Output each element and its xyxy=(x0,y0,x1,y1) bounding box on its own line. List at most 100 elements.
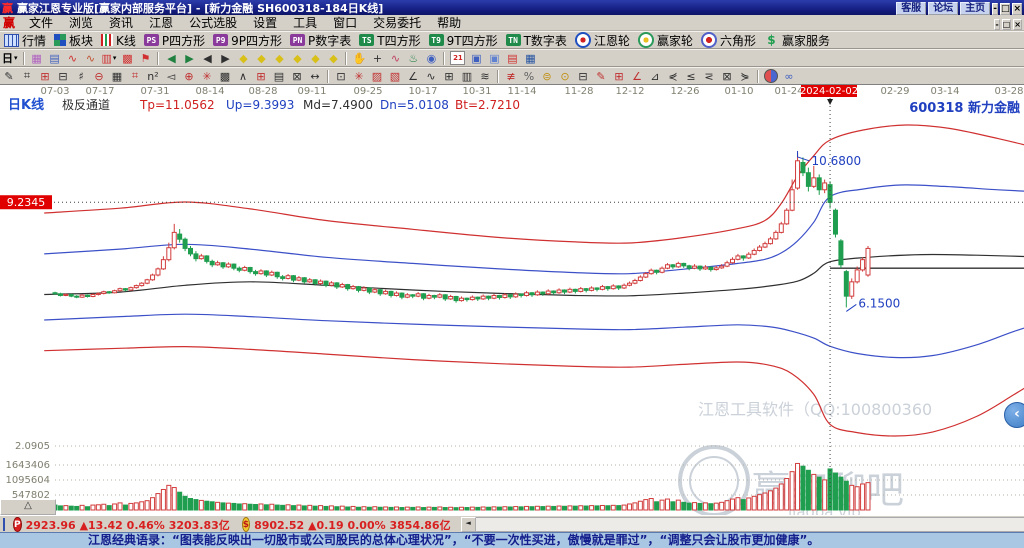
t-number-table-button[interactable]: TN T数字表 xyxy=(502,32,571,48)
wave2-tool-icon[interactable]: ∿ xyxy=(422,69,440,84)
slope2-tool-icon[interactable]: ≤ xyxy=(682,69,700,84)
fan-tool-icon[interactable]: ⊿ xyxy=(646,69,664,84)
quicklink-客服[interactable]: 客服 xyxy=(896,2,927,15)
menu-设置[interactable]: 设置 xyxy=(245,14,285,31)
gann-diamond-4-button[interactable]: ◆ xyxy=(288,51,306,66)
circle-tool-icon[interactable]: ⊖ xyxy=(90,69,108,84)
n2-tool-icon[interactable]: n² xyxy=(144,69,162,84)
square-grid-icon[interactable]: ⊞ xyxy=(252,69,270,84)
scrollbar-track[interactable] xyxy=(475,517,1024,532)
gann-box-icon[interactable]: ⊞ xyxy=(610,69,628,84)
cross-box-icon[interactable]: ⊠ xyxy=(718,69,736,84)
zigzag-tool-button[interactable]: ∿ xyxy=(386,51,404,66)
chart-scrollbar[interactable]: ◄ ► xyxy=(460,517,1024,532)
angle-up-icon[interactable]: ∧ xyxy=(234,69,252,84)
menu-窗口[interactable]: 窗口 xyxy=(325,14,365,31)
flag-icon[interactable]: ⚑ xyxy=(136,51,154,66)
pane-period-label[interactable]: 日K线 xyxy=(8,97,44,113)
window-style-icon[interactable]: ▦ xyxy=(28,51,46,66)
winner-service-button[interactable]: $ 赢家服务 xyxy=(760,32,834,48)
quicklink-论坛[interactable]: 论坛 xyxy=(928,2,959,15)
sharp-tool-icon[interactable]: ♯ xyxy=(72,69,90,84)
gann-diamond-3-button[interactable]: ◆ xyxy=(270,51,288,66)
monitor-2-button[interactable]: ▣ xyxy=(485,51,503,66)
pen2-tool-icon[interactable]: ✎ xyxy=(592,69,610,84)
angle2-tool-icon[interactable]: ∠ xyxy=(628,69,646,84)
target-tool-button[interactable]: ◉ xyxy=(422,51,440,66)
board-button[interactable]: ▤ xyxy=(503,51,521,66)
monitor-1-button[interactable]: ▣ xyxy=(467,51,485,66)
prev-bar-button[interactable]: ◀ xyxy=(198,51,216,66)
grid-tool-3-icon[interactable]: ⊟ xyxy=(54,69,72,84)
width-tool-icon[interactable]: ↔ xyxy=(306,69,324,84)
chart-area[interactable]: 江恩工具软件（QQ:100800360赢家聊吧liaoba.vip2.09051… xyxy=(0,84,1024,521)
quicklink-主页[interactable]: 主页 xyxy=(960,2,991,15)
hexagon-button[interactable]: 六角形 xyxy=(697,32,760,48)
slope1-tool-icon[interactable]: ⋞ xyxy=(664,69,682,84)
gann-diamond-5-button[interactable]: ◆ xyxy=(306,51,324,66)
t-square-button[interactable]: TS T四方形 xyxy=(355,32,424,48)
first-bar-button[interactable]: ◀ xyxy=(162,51,180,66)
grid-tool-1-icon[interactable]: ⌗ xyxy=(18,69,36,84)
calendar-21-button[interactable]: 21 xyxy=(448,51,467,66)
angle-tool-icon[interactable]: ∠ xyxy=(404,69,422,84)
menu-文件[interactable]: 文件 xyxy=(21,14,61,31)
sectors-button[interactable]: 板块 xyxy=(50,32,97,48)
minimize-button[interactable]: - xyxy=(992,2,998,15)
levels-tool-icon[interactable]: ≢ xyxy=(502,69,520,84)
pen-tool-icon[interactable]: ✎ xyxy=(0,69,18,84)
bars-tool-icon[interactable]: ▥ xyxy=(458,69,476,84)
p-number-table-button[interactable]: PN P数字表 xyxy=(286,32,355,48)
expand-pane-button[interactable]: △ xyxy=(0,499,56,515)
p-square-button[interactable]: PS P四方形 xyxy=(140,32,209,48)
percent-circle-icon[interactable]: ⊜ xyxy=(538,69,556,84)
scroll-left-button[interactable]: ◄ xyxy=(460,517,476,532)
box-x-icon[interactable]: ⊠ xyxy=(288,69,306,84)
menu-江恩[interactable]: 江恩 xyxy=(141,14,181,31)
yinyang-icon[interactable] xyxy=(762,69,780,84)
sh-index-quote[interactable]: 2923.96 ▲13.42 0.46% 3203.83亿 xyxy=(26,517,230,533)
restore-button[interactable]: □ xyxy=(999,2,1011,15)
arrow-tool-icon[interactable]: ◅ xyxy=(162,69,180,84)
info-panel-icon[interactable]: ▤ xyxy=(46,51,64,66)
gann-diamond-6-button[interactable]: ◆ xyxy=(324,51,342,66)
menu-公式选股[interactable]: 公式选股 xyxy=(181,14,245,31)
trend-large-icon[interactable]: ∿ xyxy=(82,51,100,66)
percent-tool-icon[interactable]: % xyxy=(520,69,538,84)
cart-button[interactable]: ▦ xyxy=(521,51,539,66)
menu-交易委托[interactable]: 交易委托 xyxy=(365,14,429,31)
stock-code-name-label[interactable]: 600318 新力金融 xyxy=(909,100,1020,116)
next-bar-button[interactable]: ▶ xyxy=(216,51,234,66)
slope4-tool-icon[interactable]: ⋟ xyxy=(736,69,754,84)
rays-tool-icon[interactable]: ✳ xyxy=(350,69,368,84)
quotes-button[interactable]: 行情 xyxy=(0,32,50,48)
close-button[interactable]: × xyxy=(1012,2,1022,15)
hash-tool-icon[interactable]: ⌗ xyxy=(126,69,144,84)
mdi-close-button[interactable]: × xyxy=(1013,18,1022,30)
shade-grid-icon[interactable]: ▩ xyxy=(216,69,234,84)
plus-circle-icon[interactable]: ⊕ xyxy=(180,69,198,84)
slope3-tool-icon[interactable]: ⋜ xyxy=(700,69,718,84)
menu-帮助[interactable]: 帮助 xyxy=(429,14,469,31)
indicator-name[interactable]: 极反通道 xyxy=(62,98,110,112)
gold-circle-icon[interactable]: ⊙ xyxy=(556,69,574,84)
mdi-restore-button[interactable]: □ xyxy=(1001,18,1012,30)
candle-style-dropdown[interactable]: ▥ ▾ xyxy=(100,51,119,66)
period-day-dropdown[interactable]: 日 ▾ xyxy=(0,51,20,66)
pattern-icon[interactable]: ▩ xyxy=(118,51,136,66)
hand-tool-button[interactable]: ✋ xyxy=(350,51,368,66)
gann-diamond-2-button[interactable]: ◆ xyxy=(252,51,270,66)
wave-tool-button[interactable]: ♨ xyxy=(404,51,422,66)
grid4-tool-icon[interactable]: ⊞ xyxy=(440,69,458,84)
crosshair-tool-button[interactable]: + xyxy=(368,51,386,66)
t9-square-button[interactable]: T9 9T四方形 xyxy=(425,32,502,48)
minus-box-icon[interactable]: ⊟ xyxy=(574,69,592,84)
market-grid-icon[interactable] xyxy=(3,518,5,531)
p9-square-button[interactable]: P9 9P四方形 xyxy=(209,32,286,48)
gann-wheel-button[interactable]: 江恩轮 xyxy=(571,32,634,48)
kline-button[interactable]: K线 xyxy=(97,32,140,48)
mdi-minimize-button[interactable]: - xyxy=(994,18,1000,30)
grid-tool-2-icon[interactable]: ⊞ xyxy=(36,69,54,84)
collapse-panel-button[interactable]: ‹ xyxy=(1004,402,1024,428)
sz-index-quote[interactable]: 8902.52 ▲0.19 0.00% 3854.86亿 xyxy=(254,517,451,533)
